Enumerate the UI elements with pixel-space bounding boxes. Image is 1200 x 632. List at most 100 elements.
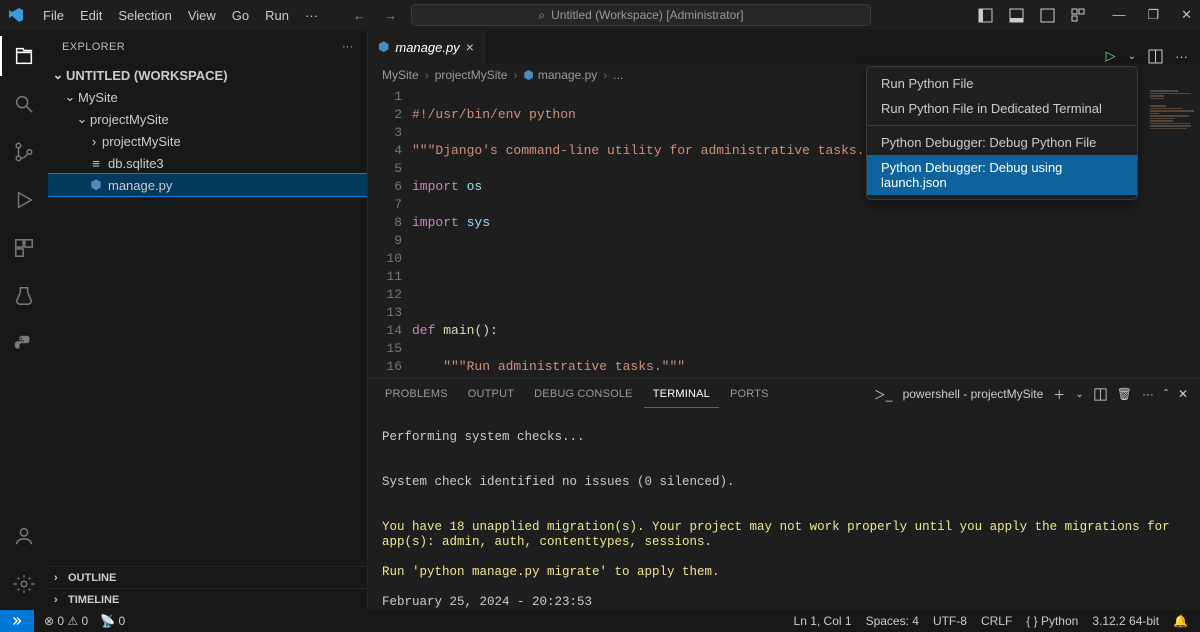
window-minimize-icon[interactable]: — [1112, 7, 1125, 23]
nav-back-icon[interactable]: ← [353, 8, 366, 23]
status-language[interactable]: { } Python [1026, 614, 1078, 628]
file-db-sqlite3[interactable]: ≡ db.sqlite3 [48, 152, 367, 174]
window-close-icon[interactable]: ✕ [1181, 7, 1192, 23]
file-manage-py[interactable]: ⬢ manage.py [48, 174, 367, 196]
panel-tab-terminal[interactable]: TERMINAL [644, 381, 719, 408]
run-menu-run-dedicated[interactable]: Run Python File in Dedicated Terminal [867, 96, 1137, 121]
panel-more-icon[interactable]: ··· [1142, 387, 1154, 401]
activity-explorer[interactable] [0, 36, 48, 76]
python-file-icon: ⬢ [378, 39, 389, 55]
activity-accounts[interactable] [0, 516, 48, 556]
panel-tab-ports[interactable]: PORTS [721, 381, 778, 407]
activity-source-control[interactable] [0, 132, 48, 172]
minimap[interactable] [1145, 86, 1200, 378]
run-dropdown-icon[interactable]: ⌄ [1128, 51, 1136, 62]
chevron-right-icon: › [54, 572, 68, 584]
folder-label: projectMySite [102, 134, 181, 149]
tab-close-icon[interactable]: × [466, 39, 474, 55]
database-file-icon: ≡ [88, 156, 104, 171]
python-file-icon: ⬢ [523, 68, 533, 82]
outline-section[interactable]: ›OUTLINE [48, 566, 367, 588]
bc-item[interactable]: ... [613, 68, 623, 82]
explorer-actions-icon[interactable]: ··· [342, 41, 353, 53]
layout-panel-right-icon[interactable] [1040, 8, 1055, 23]
split-terminal-icon[interactable] [1094, 388, 1107, 401]
activity-python-icon[interactable] [0, 324, 48, 364]
run-menu-debug-file[interactable]: Python Debugger: Debug Python File [867, 130, 1137, 155]
folder-projectmysite[interactable]: ⌄ projectMySite [48, 108, 367, 130]
terminal-shell-label[interactable]: powershell - projectMySite [903, 387, 1044, 401]
menu-go[interactable]: Go [225, 5, 256, 26]
run-dropdown-menu: Run Python File Run Python File in Dedic… [866, 66, 1138, 200]
run-menu-debug-launch-json[interactable]: Python Debugger: Debug using launch.json [867, 155, 1137, 195]
editor-tabs: ⬢ manage.py × ▷ ⌄ ··· [368, 30, 1200, 64]
terminal-dropdown-icon[interactable]: ⌄ [1075, 389, 1083, 400]
folder-label: MySite [78, 90, 118, 105]
editor-more-icon[interactable]: ··· [1175, 49, 1188, 64]
status-indentation[interactable]: Spaces: 4 [866, 614, 919, 628]
status-bar: ⊗ 0 ⚠ 0 📡 0 Ln 1, Col 1 Spaces: 4 UTF-8 … [0, 610, 1200, 632]
workspace-root[interactable]: ⌄ UNTITLED (WORKSPACE) [48, 64, 367, 86]
activity-search[interactable] [0, 84, 48, 124]
run-button-icon[interactable]: ▷ [1106, 48, 1116, 64]
status-eol[interactable]: CRLF [981, 614, 1012, 628]
panel-tab-output[interactable]: OUTPUT [459, 381, 523, 407]
panel-tab-debug[interactable]: DEBUG CONSOLE [525, 381, 642, 407]
chevron-down-icon: ⌄ [50, 67, 66, 83]
title-bar: File Edit Selection View Go Run ··· ← → … [0, 0, 1200, 30]
tab-label: manage.py [395, 40, 459, 55]
customize-layout-icon[interactable] [1071, 8, 1086, 23]
workspace-label: UNTITLED (WORKSPACE) [66, 68, 228, 83]
panel-maximize-icon[interactable]: ˆ [1164, 387, 1168, 401]
activity-settings[interactable] [0, 564, 48, 604]
folder-projectmysite-inner[interactable]: › projectMySite [48, 130, 367, 152]
panel-close-icon[interactable]: ✕ [1178, 387, 1188, 401]
timeline-section[interactable]: ›TIMELINE [48, 588, 367, 610]
file-label: db.sqlite3 [108, 156, 164, 171]
chevron-down-icon: ⌄ [74, 111, 90, 127]
explorer-title: EXPLORER [62, 41, 125, 53]
activity-testing[interactable] [0, 276, 48, 316]
layout-panel-left-icon[interactable] [978, 8, 993, 23]
menu-run[interactable]: Run [258, 5, 296, 26]
menu-bar: File Edit Selection View Go Run ··· [36, 5, 325, 26]
kill-terminal-icon[interactable]: 🗑 [1117, 387, 1132, 401]
vscode-logo-icon [8, 7, 24, 23]
new-terminal-icon[interactable]: ＋ [1053, 386, 1065, 403]
chevron-down-icon: ⌄ [62, 89, 78, 105]
window-maximize-icon[interactable]: ❐ [1147, 7, 1159, 23]
menu-view[interactable]: View [181, 5, 223, 26]
status-problems[interactable]: ⊗ 0 ⚠ 0 [44, 614, 88, 628]
bc-item[interactable]: MySite [382, 68, 419, 82]
status-interpreter[interactable]: 3.12.2 64-bit [1092, 614, 1159, 628]
sidebar-explorer: EXPLORER ··· ⌄ UNTITLED (WORKSPACE) ⌄ My… [48, 30, 368, 610]
tab-manage-py[interactable]: ⬢ manage.py × [368, 30, 485, 64]
panel-tabs: PROBLEMS OUTPUT DEBUG CONSOLE TERMINAL P… [368, 379, 1200, 409]
line-numbers: 12345678910111213141516 [368, 86, 412, 378]
chevron-right-icon: › [54, 594, 68, 606]
bc-item[interactable]: projectMySite [435, 68, 508, 82]
activity-extensions[interactable] [0, 228, 48, 268]
menu-selection[interactable]: Selection [111, 5, 178, 26]
menu-separator [867, 125, 1137, 126]
layout-panel-bottom-icon[interactable] [1009, 8, 1024, 23]
command-center-search[interactable]: ⌕ Untitled (Workspace) [Administrator] [411, 4, 871, 26]
menu-edit[interactable]: Edit [73, 5, 109, 26]
status-ports[interactable]: 📡 0 [100, 614, 125, 628]
panel-tab-problems[interactable]: PROBLEMS [376, 381, 457, 407]
status-encoding[interactable]: UTF-8 [933, 614, 967, 628]
run-menu-run-file[interactable]: Run Python File [867, 71, 1137, 96]
activity-run-debug[interactable] [0, 180, 48, 220]
status-ln-col[interactable]: Ln 1, Col 1 [794, 614, 852, 628]
remote-indicator[interactable] [0, 610, 34, 632]
status-notifications-icon[interactable]: 🔔 [1173, 614, 1188, 628]
folder-mysite[interactable]: ⌄ MySite [48, 86, 367, 108]
bc-item[interactable]: manage.py [538, 68, 597, 82]
menu-overflow[interactable]: ··· [298, 5, 325, 26]
menu-file[interactable]: File [36, 5, 71, 26]
timeline-label: TIMELINE [68, 594, 119, 606]
split-editor-icon[interactable] [1148, 49, 1163, 64]
terminal-output[interactable]: Performing system checks... System check… [368, 409, 1200, 610]
python-file-icon: ⬢ [88, 177, 104, 193]
nav-forward-icon[interactable]: → [384, 8, 397, 23]
